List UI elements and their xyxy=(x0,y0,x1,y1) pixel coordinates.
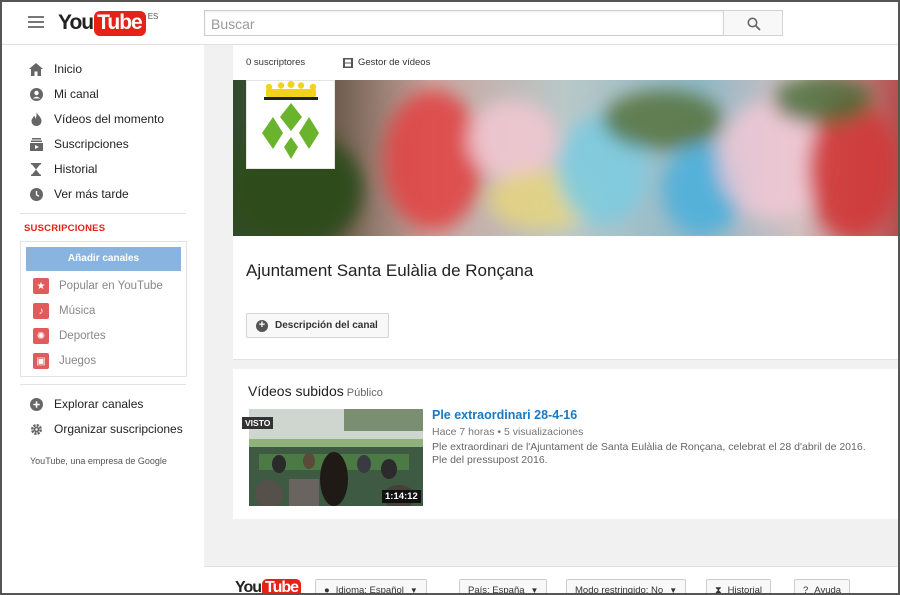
sidebar-item-ver-mas-tarde[interactable]: Ver más tarde xyxy=(2,183,202,205)
gear-icon xyxy=(29,422,43,436)
sports-icon: ✺ xyxy=(33,328,49,344)
video-title-link[interactable]: Ple extraordinari 28-4-16 xyxy=(432,408,577,422)
company-footnote: YouTube, una empresa de Google xyxy=(30,456,167,466)
sidebar-item-label: Inicio xyxy=(54,62,83,76)
hourglass-icon xyxy=(29,162,43,176)
restricted-mode-label: Modo restringido: No xyxy=(575,584,664,595)
sidebar-item-videos-del-momento[interactable]: Vídeos del momento xyxy=(2,108,202,130)
menu-icon[interactable] xyxy=(28,16,44,28)
chevron-down-icon: ▼ xyxy=(409,585,418,595)
music-icon: ♪ xyxy=(33,303,49,319)
uploaded-videos-heading[interactable]: Vídeos subidos Público xyxy=(248,383,383,399)
search-button[interactable] xyxy=(723,10,783,36)
chevron-down-icon: ▼ xyxy=(669,585,678,595)
footer-logo-you: You xyxy=(235,579,262,595)
language-button[interactable]: ● Idioma: Español ▼ xyxy=(315,579,427,595)
sidebar-sub-label: Juegos xyxy=(59,355,97,367)
channel-description-button[interactable]: + Descripción del canal xyxy=(246,313,389,338)
channel-avatar[interactable] xyxy=(246,80,335,169)
sidebar-item-label: Ver más tarde xyxy=(54,187,129,201)
video-duration: 1:14:12 xyxy=(382,490,421,503)
visibility-label: Público xyxy=(346,387,383,399)
film-icon xyxy=(343,57,353,68)
sidebar-sub-label: Popular en YouTube xyxy=(59,280,163,292)
sidebar-sub-label: Música xyxy=(59,305,96,317)
video-manager-label: Gestor de vídeos xyxy=(358,57,431,68)
video-manager-link[interactable]: Gestor de vídeos xyxy=(343,57,430,68)
help-icon: ? xyxy=(803,584,809,595)
subscriber-count: 0 suscriptores xyxy=(246,57,306,68)
watched-badge: VISTO xyxy=(242,417,274,429)
sidebar-item-label: Organizar suscripciones xyxy=(54,422,183,436)
subscriptions-section-title: SUSCRIPCIONES xyxy=(24,223,106,234)
sidebar-item-label: Historial xyxy=(54,162,98,176)
channel-description-label: Descripción del canal xyxy=(275,320,378,331)
sidebar-item-label: Mi canal xyxy=(54,87,99,101)
country-code: ES xyxy=(147,12,159,21)
sidebar-item-mi-canal[interactable]: Mi canal xyxy=(2,83,202,105)
youtube-logo[interactable]: You Tube ES xyxy=(58,10,158,36)
hourglass-icon: ⧗ xyxy=(715,584,722,595)
video-age: Hace 7 horas xyxy=(432,426,495,438)
star-icon: ★ xyxy=(33,278,49,294)
sidebar-sub-deportes[interactable]: ✺ Deportes xyxy=(33,327,106,345)
account-icon xyxy=(29,87,43,101)
home-icon xyxy=(29,62,43,76)
sidebar-item-historial[interactable]: Historial xyxy=(2,158,202,180)
help-label: Ayuda xyxy=(814,584,842,595)
logo-tube-text: Tube xyxy=(94,10,146,36)
history-button[interactable]: ⧗ Historial xyxy=(706,579,771,595)
search-input[interactable]: Buscar xyxy=(204,10,724,36)
add-channels-button[interactable]: Añadir canales xyxy=(26,247,181,271)
restricted-mode-button[interactable]: Modo restringido: No ▼ xyxy=(566,579,687,595)
footer-logo[interactable]: You Tube xyxy=(235,579,302,595)
plus-icon: + xyxy=(256,319,268,332)
flame-icon xyxy=(29,112,43,126)
help-button[interactable]: ? Ayuda xyxy=(794,579,851,595)
country-button[interactable]: País: España ▼ xyxy=(459,579,548,595)
footer-logo-tube: Tube xyxy=(262,579,302,595)
logo-you-text: You xyxy=(58,11,94,34)
uploaded-videos-section: Vídeos subidos Público VISTO Ple extraord… xyxy=(233,369,898,519)
plus-circle-icon xyxy=(29,397,43,411)
chevron-down-icon: ▼ xyxy=(530,585,539,595)
subscriptions-box: Añadir canales ★ Popular en YouTube ♪ Mú… xyxy=(20,241,187,377)
sidebar-sub-musica[interactable]: ♪ Música xyxy=(33,302,95,320)
footer: You Tube ● Idioma: Español ▼ País: Españ… xyxy=(204,566,900,595)
channel-title: Ajuntament Santa Eulàlia de Ronçana xyxy=(246,261,534,280)
history-label: Historial xyxy=(727,584,762,595)
sidebar-item-explorar-canales[interactable]: Explorar canales xyxy=(2,393,202,415)
masthead: You Tube ES Buscar xyxy=(0,0,900,45)
search-icon xyxy=(747,17,761,31)
sidebar-item-organizar-suscripciones[interactable]: Organizar suscripciones xyxy=(2,418,202,440)
sidebar: Inicio Mi canal Vídeos del momento Suscr… xyxy=(2,45,204,593)
video-meta: Hace 7 horas • 5 visualizaciones xyxy=(432,426,583,438)
divider xyxy=(20,384,186,385)
meta-separator: • xyxy=(497,426,504,438)
country-label: País: España xyxy=(468,584,525,595)
subscriptions-icon xyxy=(29,137,43,151)
channel-header: 0 suscriptores Gestor de vídeos Ajuntame… xyxy=(233,45,898,360)
video-views: 5 visualizaciones xyxy=(503,426,584,438)
uploaded-videos-title: Vídeos subidos xyxy=(248,383,344,399)
sidebar-sub-juegos[interactable]: ▣ Juegos xyxy=(33,352,96,370)
language-label: Idioma: Español xyxy=(335,584,404,595)
sidebar-sub-label: Deportes xyxy=(59,330,106,342)
sidebar-item-inicio[interactable]: Inicio xyxy=(2,58,202,80)
video-description-line: Ple extraordinari de l'Ajuntament de San… xyxy=(432,441,866,453)
clock-icon xyxy=(29,187,43,201)
sidebar-item-label: Suscripciones xyxy=(54,137,129,151)
speech-icon: ● xyxy=(324,584,330,595)
sidebar-item-suscripciones[interactable]: Suscripciones xyxy=(2,133,202,155)
sidebar-item-label: Explorar canales xyxy=(54,397,144,411)
divider xyxy=(20,213,186,214)
sidebar-sub-popular[interactable]: ★ Popular en YouTube xyxy=(33,277,163,295)
video-description-line: Ple del pressupost 2016. xyxy=(432,454,548,466)
gamepad-icon: ▣ xyxy=(33,353,49,369)
sidebar-item-label: Vídeos del momento xyxy=(54,112,165,126)
video-description: Ple extraordinari de l'Ajuntament de San… xyxy=(432,441,882,467)
